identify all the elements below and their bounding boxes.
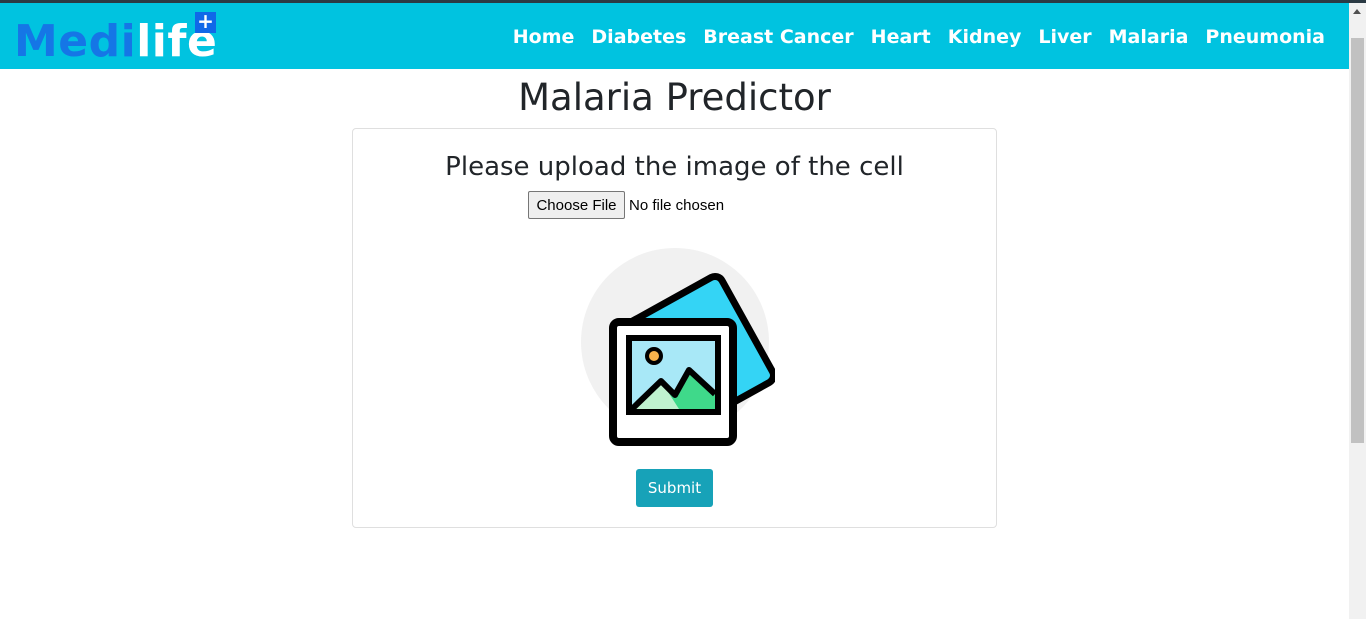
brand-plus-icon: + bbox=[195, 11, 216, 33]
choose-file-button[interactable]: Choose File bbox=[528, 191, 625, 219]
nav-link-breast-cancer[interactable]: Breast Cancer bbox=[703, 25, 853, 49]
submit-button[interactable]: Submit bbox=[636, 469, 713, 507]
nav-link-liver[interactable]: Liver bbox=[1038, 25, 1091, 49]
nav-link-pneumonia[interactable]: Pneumonia bbox=[1205, 25, 1325, 49]
navbar: Medilife + Home Diabetes Breast Cancer H… bbox=[0, 3, 1349, 69]
brand-name-part1: Medi bbox=[14, 16, 137, 67]
upload-card: Please upload the image of the cell Choo… bbox=[352, 128, 997, 528]
file-status: No file chosen bbox=[629, 197, 725, 214]
nav-link-kidney[interactable]: Kidney bbox=[948, 25, 1022, 49]
brand-logo[interactable]: Medilife bbox=[14, 17, 217, 67]
page-title: Malaria Predictor bbox=[518, 76, 831, 119]
image-placeholder-icon bbox=[581, 248, 775, 446]
page-scrollbar[interactable] bbox=[1349, 3, 1366, 619]
nav-link-malaria[interactable]: Malaria bbox=[1109, 25, 1189, 49]
nav-link-diabetes[interactable]: Diabetes bbox=[591, 25, 686, 49]
scroll-thumb[interactable] bbox=[1351, 38, 1364, 443]
upload-heading: Please upload the image of the cell bbox=[445, 152, 904, 182]
nav-link-heart[interactable]: Heart bbox=[871, 25, 931, 49]
scroll-up-arrow-icon[interactable] bbox=[1353, 9, 1361, 14]
nav-links: Home Diabetes Breast Cancer Heart Kidney… bbox=[513, 25, 1325, 49]
nav-link-home[interactable]: Home bbox=[513, 25, 575, 49]
